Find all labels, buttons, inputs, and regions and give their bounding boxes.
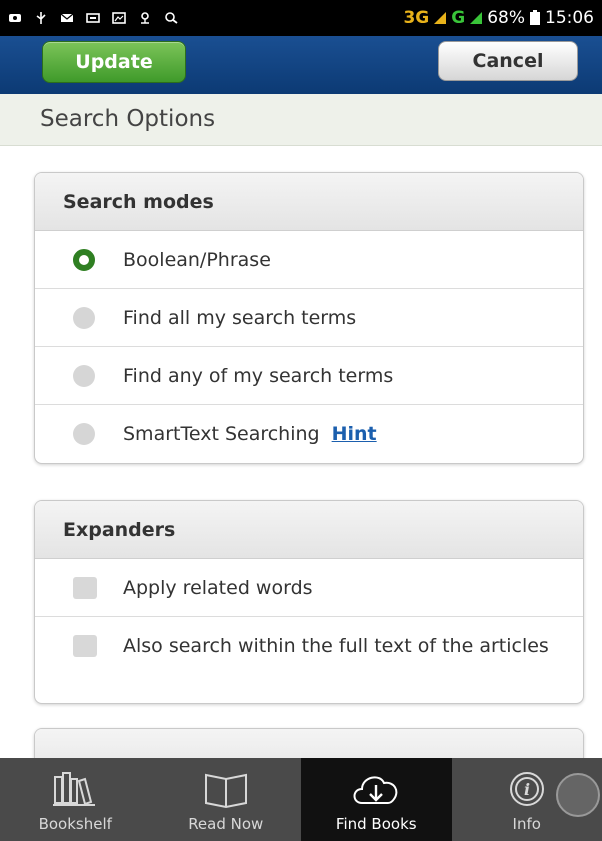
radio-button[interactable] [73,306,95,329]
action-bar: Update Cancel [0,36,602,94]
location-icon [141,12,149,24]
search-modes-header: Search modes [35,173,583,231]
nav-label: Read Now [188,815,264,833]
open-book-icon [204,773,247,809]
nav-label: Find Books [335,815,417,833]
mail-icon [60,13,74,22]
radio-option-find-any[interactable]: Find any of my search terms [35,347,583,405]
radio-button[interactable] [73,423,95,445]
svg-text:i: i [524,780,530,799]
checkbox[interactable] [73,576,97,599]
expanders-card: Expanders Apply related words Also searc… [34,500,584,704]
nav-item-find-books[interactable]: Find Books [301,758,452,841]
cancel-button[interactable]: Cancel [438,41,578,81]
checkbox-option-related-words[interactable]: Apply related words [35,559,583,617]
status-notification-icons [8,12,178,24]
network-g-label: G [451,8,466,28]
battery-percent: 68% [487,8,525,28]
battery-icon [530,10,540,25]
signal-icon [434,12,447,24]
radio-button[interactable] [73,364,95,387]
radio-option-smarttext[interactable]: SmartText Searching Hint [35,405,583,463]
nav-item-bookshelf[interactable]: Bookshelf [0,758,151,841]
message-icon [86,13,100,23]
page-header: Search Options [0,94,602,146]
radio-option-label: SmartText Searching [123,423,320,445]
checkbox-option-full-text[interactable]: Also search within the full text of the … [35,617,583,703]
radio-option-label: Find all my search terms [123,306,357,329]
search-icon [165,12,178,24]
nav-label: Bookshelf [38,815,112,833]
network-3g-label: 3G [403,8,430,28]
usb-icon [36,12,46,24]
clock: 15:06 [545,8,594,28]
status-bar: 3G G 68% 15:06 [0,0,602,36]
radio-option-label: Find any of my search terms [123,364,394,387]
checkbox-option-label: Apply related words [123,576,313,599]
checkbox[interactable] [73,635,97,657]
floating-touch-indicator[interactable] [556,773,600,817]
nav-item-read-now[interactable]: Read Now [151,758,302,841]
search-modes-card: Search modes Boolean/Phrase Find all my … [34,172,584,464]
gallery-icon [112,12,126,24]
status-right: 3G G 68% 15:06 [403,8,594,28]
cloud-download-icon [353,776,398,804]
radio-button-selected[interactable] [73,248,95,271]
signal-icon-2 [470,12,483,24]
page-title: Search Options [40,106,216,132]
nav-label: Info [512,815,541,833]
radio-option-find-all[interactable]: Find all my search terms [35,289,583,347]
radio-option-label: Boolean/Phrase [123,248,271,271]
expanders-header: Expanders [35,501,583,559]
hint-link[interactable]: Hint [332,423,377,445]
update-button[interactable]: Update [42,41,186,83]
bottom-navigation: Bookshelf Read Now Find Books i Info [0,758,602,841]
info-icon: i [509,772,544,806]
radio-option-boolean-phrase[interactable]: Boolean/Phrase [35,231,583,289]
checkbox-option-label: Also search within the full text of the … [123,635,549,657]
bookshelf-icon [53,772,96,806]
notification-icon [9,14,21,22]
